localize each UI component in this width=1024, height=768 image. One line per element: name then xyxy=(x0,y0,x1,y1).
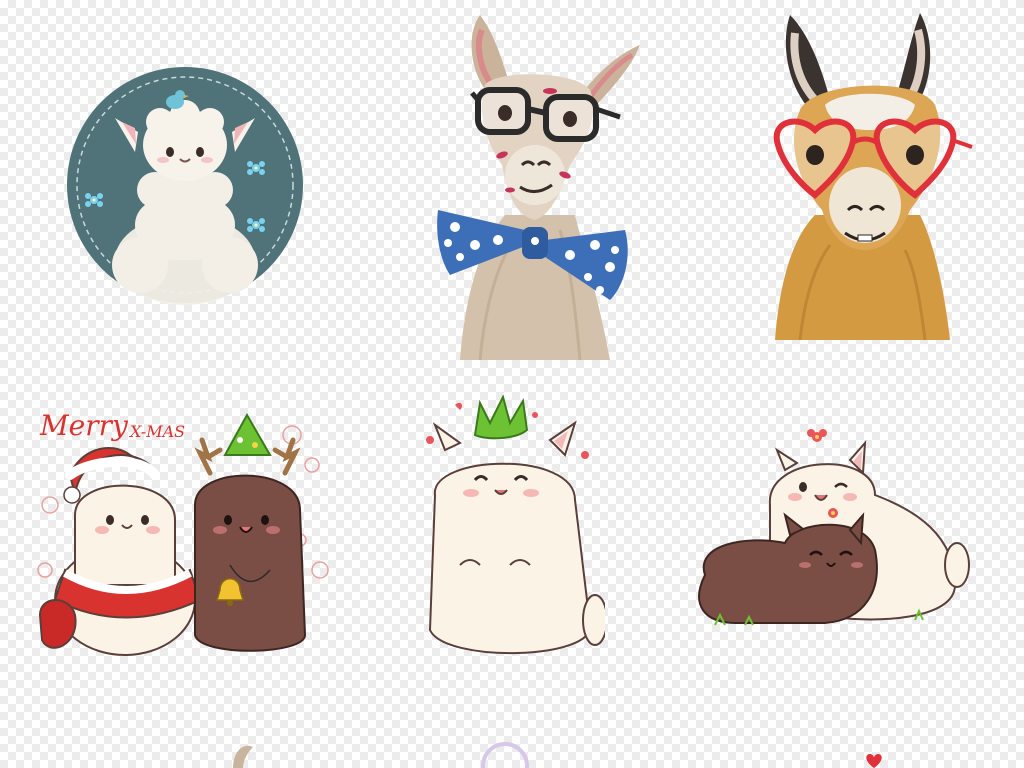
partial-ear-art xyxy=(228,742,258,768)
merry-text: Merry xyxy=(39,409,129,442)
xmas-text: X-MAS xyxy=(128,422,185,441)
illustration-sheet: Merry X-MAS xyxy=(0,0,1024,768)
partial-bubble-art xyxy=(480,736,530,768)
watercolor-llama-heart-glasses xyxy=(760,5,990,340)
watercolor-llama-bowtie xyxy=(410,5,660,360)
white-alpaca-leaf-hat xyxy=(415,395,605,670)
round-badge-alpaca xyxy=(60,60,310,320)
cuddling-alpaca-pair xyxy=(685,425,975,635)
christmas-alpaca-pair: Merry X-MAS xyxy=(30,395,340,670)
partial-heart-art xyxy=(862,752,886,768)
